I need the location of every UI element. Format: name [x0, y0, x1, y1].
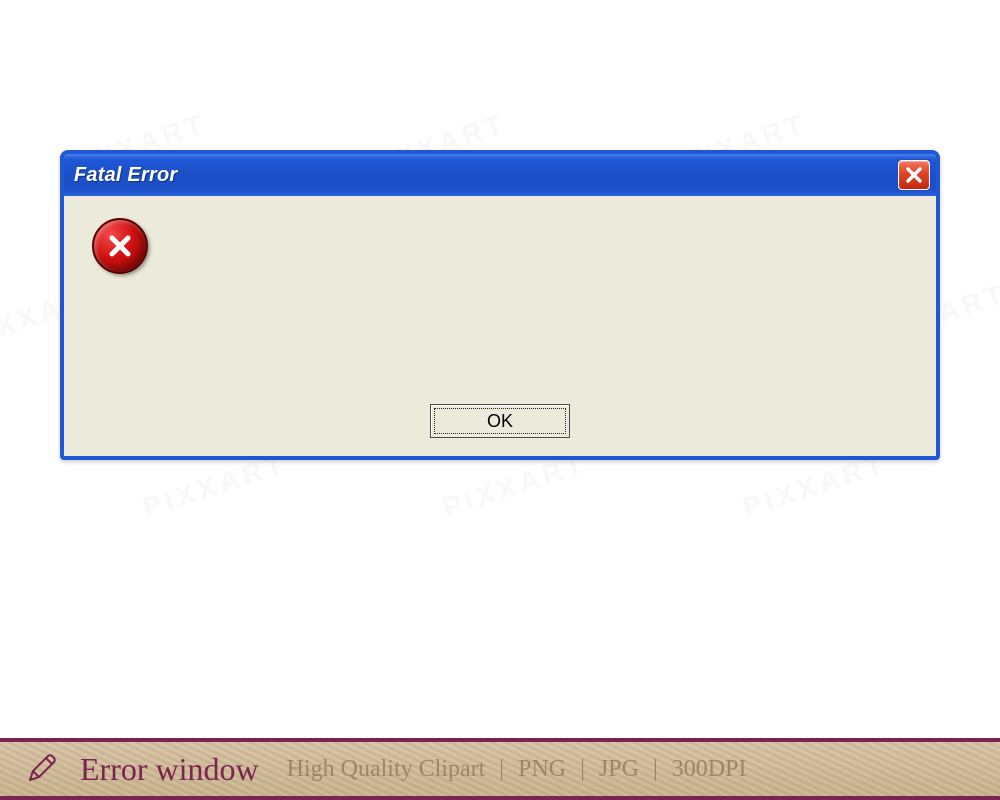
- product-banner: Error window High Quality Clipart | PNG …: [0, 738, 1000, 800]
- pencil-icon: [22, 750, 60, 788]
- titlebar: Fatal Error: [64, 154, 936, 196]
- ok-button[interactable]: OK: [430, 404, 570, 438]
- separator: |: [653, 756, 658, 783]
- banner-title: Error window: [80, 751, 259, 788]
- banner-quality: High Quality Clipart: [287, 756, 486, 783]
- close-icon: [905, 166, 923, 184]
- banner-subtitle: High Quality Clipart | PNG | JPG | 300DP…: [287, 756, 747, 783]
- banner-format-jpg: JPG: [599, 756, 639, 783]
- separator: |: [580, 756, 585, 783]
- separator: |: [499, 756, 504, 783]
- banner-dpi: 300DPI: [672, 756, 747, 783]
- dialog-body: OK: [64, 196, 936, 456]
- window-title: Fatal Error: [74, 164, 177, 187]
- close-button[interactable]: [898, 160, 930, 190]
- error-icon: [92, 218, 148, 274]
- error-message: [168, 214, 912, 228]
- error-dialog: Fatal Error OK: [60, 150, 940, 460]
- banner-format-png: PNG: [518, 756, 566, 783]
